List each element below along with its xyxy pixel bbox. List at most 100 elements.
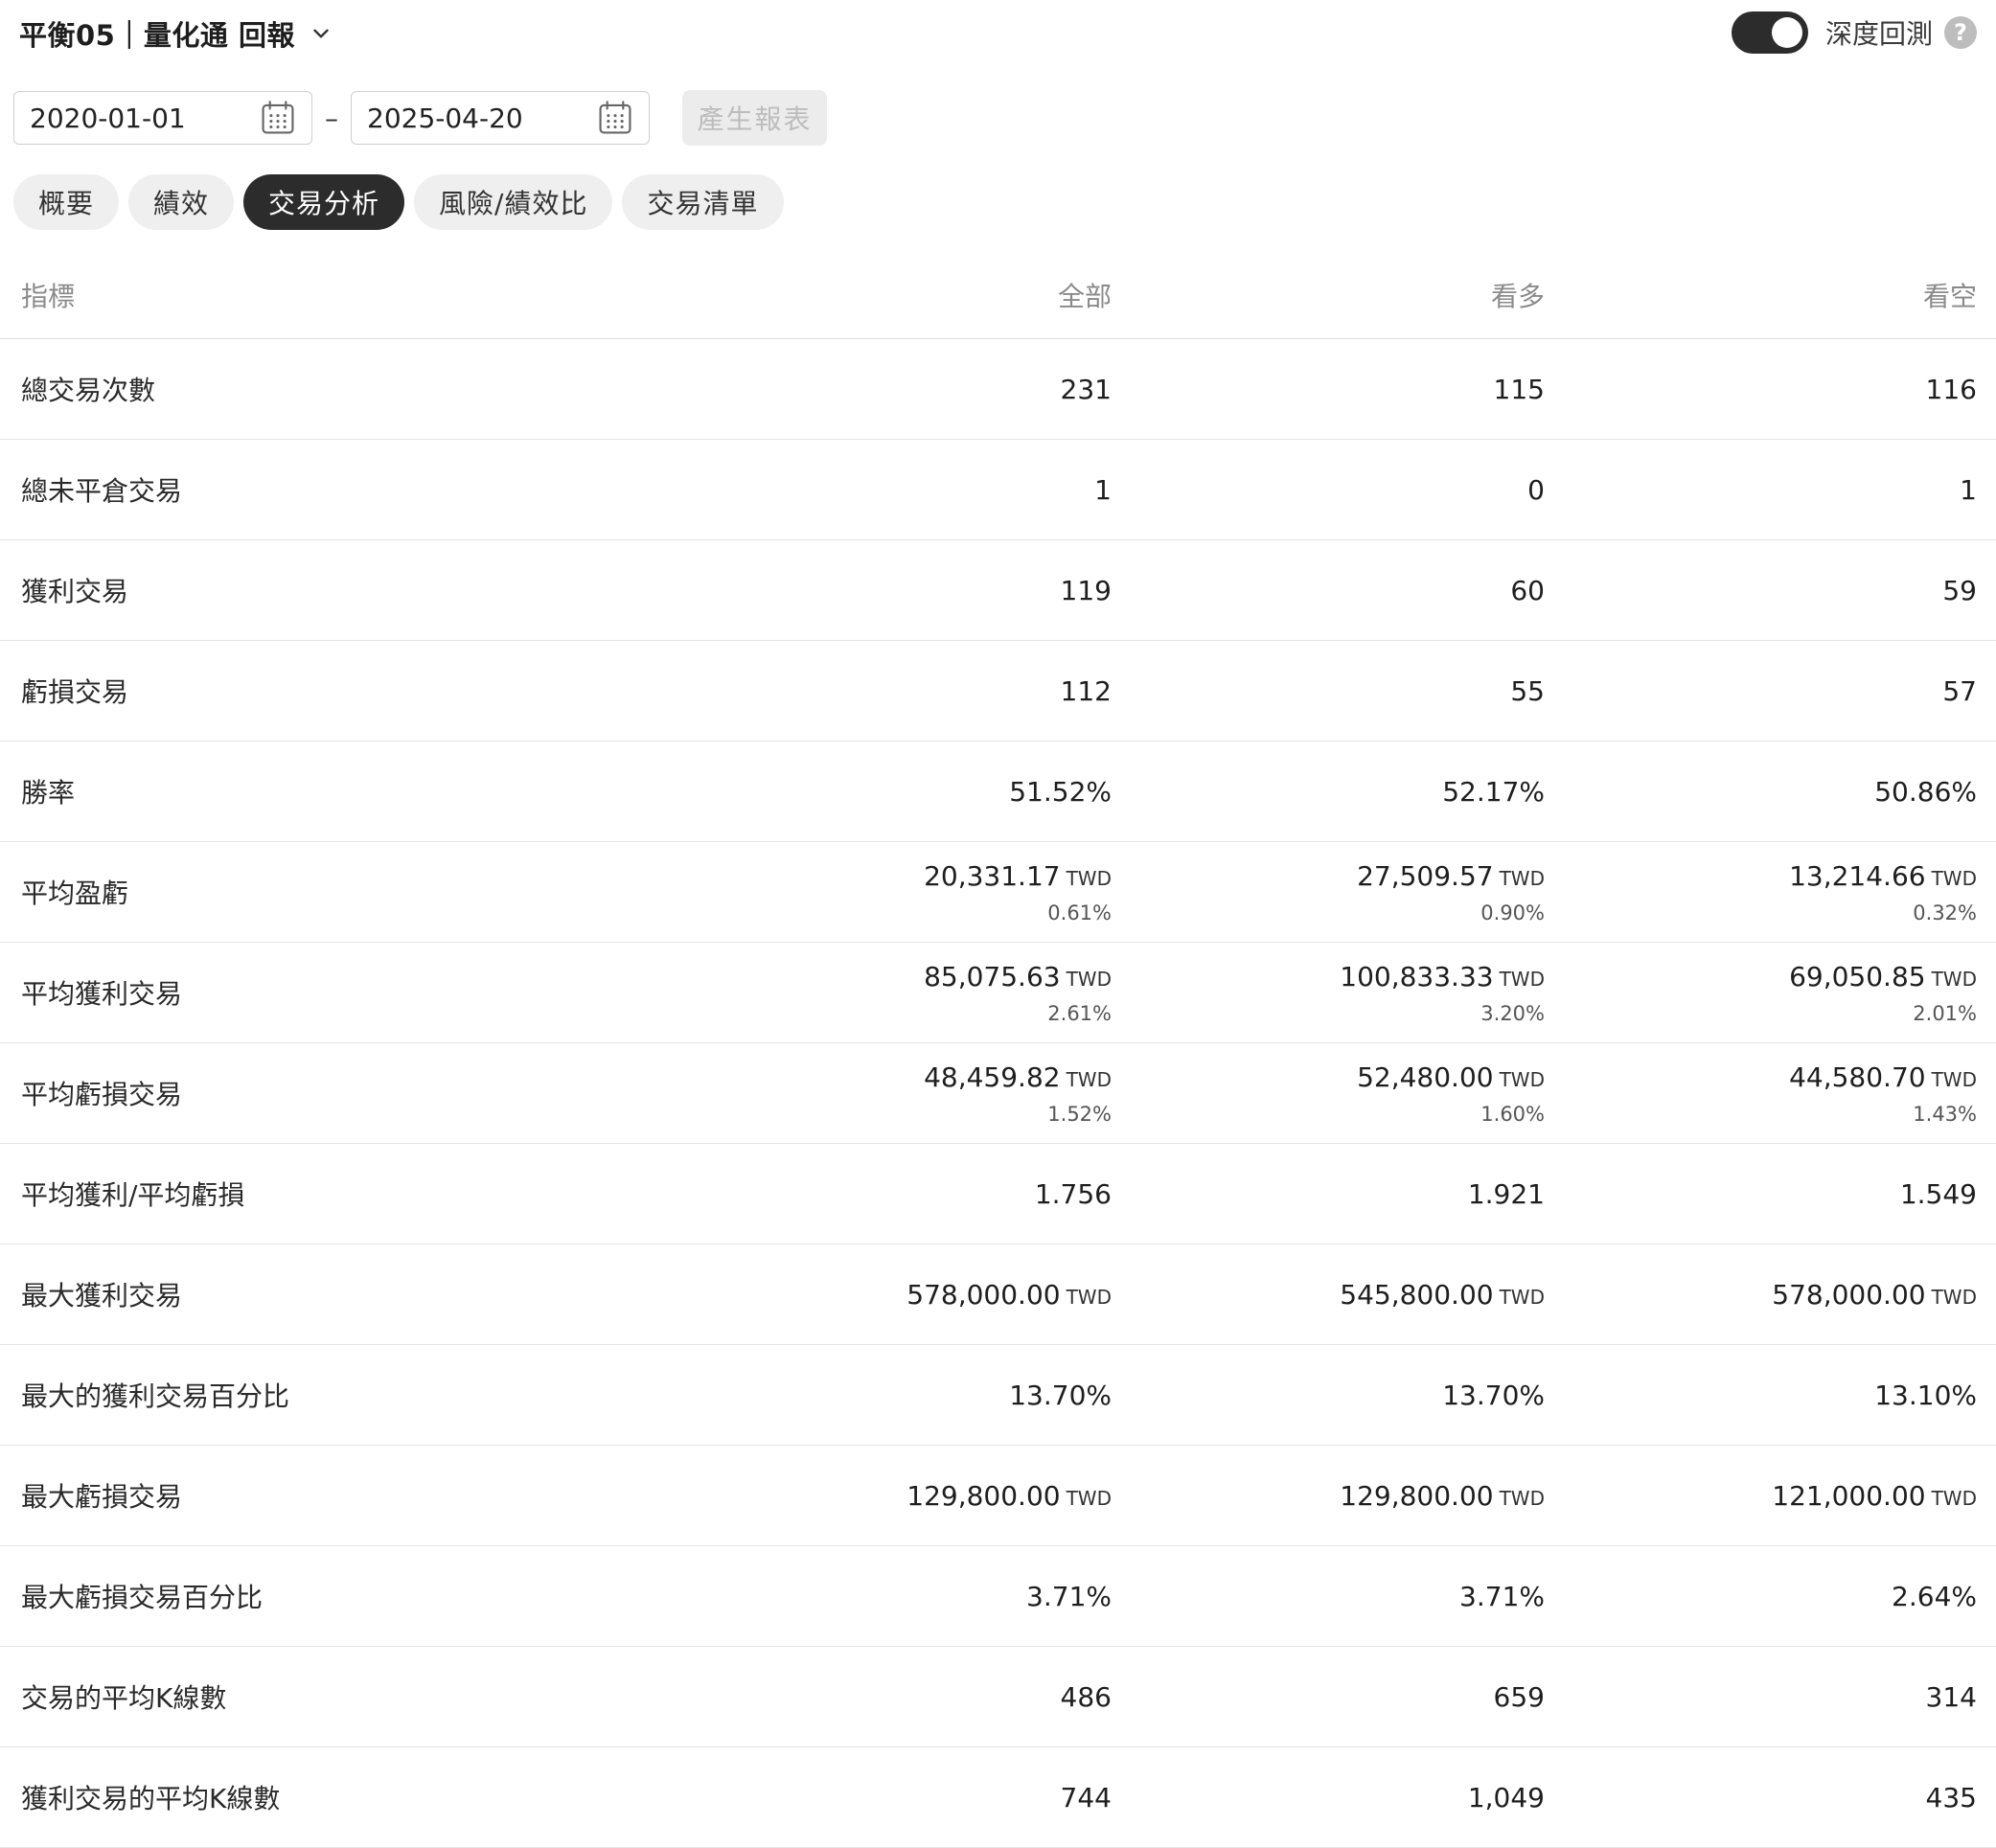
generate-report-button[interactable]: 產生報表 [682,90,827,146]
value-number: 85,075.63 [924,960,1061,992]
tab-performance[interactable]: 績效 [128,174,235,230]
value-number: 129,800.00 [1340,1479,1494,1512]
value-cell-long: 1.921 [1468,1144,1545,1243]
currency-unit: TWD [1931,967,1977,991]
table-row: 交易的平均K線數 486 659 314 [0,1647,1996,1747]
currency-unit: TWD [1499,1067,1545,1091]
value-main: 85,075.63 TWD [924,961,1112,992]
metric-label: 獲利交易的平均K線數 [21,1783,281,1814]
value-cell-all: 1 [1094,440,1112,539]
value-percent: 0.61% [1047,901,1112,924]
value-number: 100,833.33 [1340,960,1494,992]
deep-backtest-toggle[interactable] [1731,11,1808,54]
value-number: 1,049 [1467,1781,1545,1814]
value-cell-long: 659 [1494,1647,1545,1746]
value-percent: 1.52% [1047,1102,1112,1126]
currency-unit: TWD [1499,1486,1545,1510]
value-main: 55 [1510,675,1545,707]
value-number: 0 [1527,473,1545,506]
currency-unit: TWD [1931,866,1977,890]
table-row: 獲利交易的平均K線數 744 1,049 435 [0,1747,1996,1848]
end-date-input[interactable]: 2025-04-20 [351,91,650,145]
calendar-icon[interactable] [597,100,633,136]
value-main: 545,800.00 TWD [1340,1279,1545,1311]
column-header-all: 全部 [1057,281,1112,312]
currency-unit: TWD [1931,1285,1977,1309]
strategy-selector[interactable]: 平衡05｜量化通 回報 [19,13,333,54]
value-main: 60 [1510,575,1545,606]
value-number: 659 [1493,1680,1545,1713]
value-main: 1.756 [1035,1178,1112,1210]
table-row: 虧損交易 112 55 57 [0,641,1996,741]
report-header: 平衡05｜量化通 回報 深度回測 ? [0,0,1996,67]
metric-label: 總交易次數 [21,375,156,406]
value-main: 744 [1061,1782,1112,1814]
value-cell-short: 1.549 [1900,1144,1977,1243]
metric-label: 平均盈虧 [21,878,129,909]
value-main: 48,459.82 TWD [924,1061,1112,1093]
currency-unit: TWD [1066,967,1112,991]
value-percent: 0.32% [1913,901,1977,924]
value-cell-all: 3.71% [1026,1546,1112,1646]
value-number: 48,459.82 [924,1061,1061,1093]
value-percent: 2.01% [1913,1001,1977,1025]
value-main: 129,800.00 TWD [1340,1480,1545,1512]
tab-trade-analysis[interactable]: 交易分析 [243,174,405,230]
tab-trade-list[interactable]: 交易清單 [622,174,784,230]
trade-analysis-table: 指標 全部 看多 看空 總交易次數 231 115 116 總未平倉交易 1 0 1 獲利交易 1… [0,252,1996,1848]
value-number: 44,580.70 [1789,1061,1926,1093]
value-main: 13,214.66 TWD [1789,860,1977,892]
value-number: 2.64% [1892,1580,1977,1612]
chevron-down-icon [313,29,329,38]
help-icon[interactable]: ? [1944,16,1977,49]
currency-unit: TWD [1066,866,1112,890]
metric-label: 最大的獲利交易百分比 [21,1380,290,1412]
value-percent: 0.90% [1480,901,1545,924]
table-row: 平均盈虧 20,331.17 TWD 0.61% 27,509.57 TWD 0.90% 13… [0,842,1996,943]
value-main: 1 [1094,474,1112,506]
value-number: 314 [1925,1680,1977,1713]
value-cell-all: 578,000.00 TWD [906,1244,1112,1344]
value-main: 59 [1942,575,1977,606]
value-number: 1.921 [1467,1177,1545,1210]
value-main: 13.70% [1009,1380,1112,1411]
value-cell-long: 1,049 [1468,1747,1545,1847]
value-cell-short: 1 [1960,440,1977,539]
value-number: 13.70% [1009,1379,1112,1411]
value-cell-short: 59 [1942,540,1977,640]
table-row: 平均虧損交易 48,459.82 TWD 1.52% 52,480.00 TWD 1.60%… [0,1043,1996,1144]
metric-label: 勝率 [21,777,76,809]
deep-backtest-control: 深度回測 ? [1731,11,1977,54]
value-main: 13.10% [1874,1380,1977,1411]
value-cell-long: 13.70% [1442,1345,1545,1445]
value-main: 578,000.00 TWD [1772,1279,1977,1311]
value-number: 435 [1925,1781,1977,1814]
tab-overview[interactable]: 概要 [13,174,120,230]
value-cell-all: 13.70% [1009,1345,1112,1445]
value-main: 435 [1926,1782,1977,1814]
calendar-icon[interactable] [260,100,296,136]
end-date-value: 2025-04-20 [367,102,523,134]
table-row: 平均獲利交易 85,075.63 TWD 2.61% 100,833.33 TWD 3.20… [0,943,1996,1043]
value-cell-all: 85,075.63 TWD 2.61% [924,943,1112,1042]
value-cell-short: 69,050.85 TWD 2.01% [1789,943,1977,1042]
currency-unit: TWD [1066,1285,1112,1309]
value-cell-short: 57 [1942,641,1977,741]
value-cell-short: 13,214.66 TWD 0.32% [1789,842,1977,942]
table-row: 最大獲利交易 578,000.00 TWD 545,800.00 TWD 578,000.… [0,1244,1996,1345]
currency-unit: TWD [1499,866,1545,890]
metric-label: 交易的平均K線數 [21,1682,227,1714]
value-main: 578,000.00 TWD [906,1279,1112,1311]
value-percent: 3.20% [1480,1001,1545,1025]
metric-label: 平均獲利交易 [21,978,183,1010]
value-cell-short: 50.86% [1874,741,1977,841]
value-number: 50.86% [1874,775,1977,808]
start-date-input[interactable]: 2020-01-01 [13,91,312,145]
value-main: 57 [1942,675,1977,707]
tab-risk-performance-ratio[interactable]: 風險/績效比 [414,174,613,230]
value-main: 52.17% [1442,776,1545,808]
value-number: 57 [1942,674,1977,707]
value-number: 112 [1060,674,1112,707]
value-number: 1.756 [1034,1177,1112,1210]
value-cell-short: 116 [1926,339,1977,439]
